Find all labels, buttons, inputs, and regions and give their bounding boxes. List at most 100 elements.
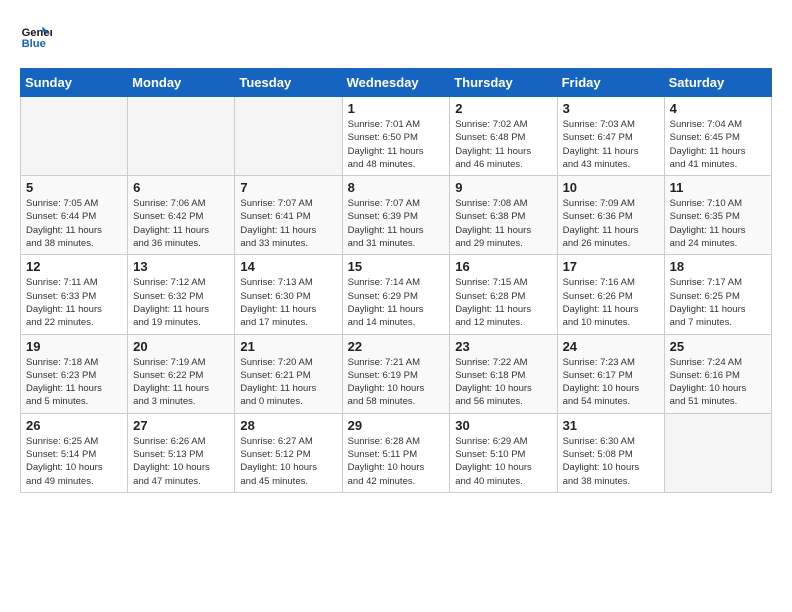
day-number: 31	[563, 418, 659, 433]
calendar-cell: 25Sunrise: 7:24 AM Sunset: 6:16 PM Dayli…	[664, 334, 771, 413]
weekday-header-tuesday: Tuesday	[235, 69, 342, 97]
logo-icon: General Blue	[20, 20, 52, 52]
logo: General Blue	[20, 20, 56, 52]
weekday-header-wednesday: Wednesday	[342, 69, 450, 97]
weekday-header-monday: Monday	[128, 69, 235, 97]
day-number: 26	[26, 418, 122, 433]
svg-text:Blue: Blue	[22, 38, 46, 50]
week-row-4: 19 Sunrise: 7:18 AM Sunset: 6:23 PM Dayli…	[21, 334, 772, 413]
day-info: Sunrise: 7:11 AM Sunset: 6:33 PM Dayligh…	[26, 276, 122, 329]
day-number: 27	[133, 418, 229, 433]
weekday-header-thursday: Thursday	[450, 69, 557, 97]
day-info: Sunrise: 7:01 AM Sunset: 6:50 PM Dayligh…	[348, 118, 445, 171]
calendar-cell: 5 Sunrise: 7:05 AM Sunset: 6:44 PM Daylig…	[21, 176, 128, 255]
calendar-cell: 24 Sunrise: 7:23 AM Sunset: 6:17 PM Dayli…	[557, 334, 664, 413]
day-info: Sunrise: 7:16 AM Sunset: 6:26 PM Dayligh…	[563, 276, 659, 329]
day-number: 29	[348, 418, 445, 433]
calendar-cell: 9 Sunrise: 7:08 AM Sunset: 6:38 PM Daylig…	[450, 176, 557, 255]
calendar-cell	[128, 97, 235, 176]
day-info: Sunrise: 7:03 AM Sunset: 6:47 PM Dayligh…	[563, 118, 659, 171]
day-info: Sunrise: 6:28 AM Sunset: 5:11 PM Dayligh…	[348, 435, 445, 488]
calendar-cell	[235, 97, 342, 176]
day-number: 15	[348, 259, 445, 274]
weekday-header-row: SundayMondayTuesdayWednesdayThursdayFrid…	[21, 69, 772, 97]
day-number: 19	[26, 339, 122, 354]
day-number: 9	[455, 180, 551, 195]
calendar-cell	[21, 97, 128, 176]
day-number: 7	[240, 180, 336, 195]
calendar-cell: 16Sunrise: 7:15 AM Sunset: 6:28 PM Dayli…	[450, 255, 557, 334]
calendar-cell: 8 Sunrise: 7:07 AM Sunset: 6:39 PM Daylig…	[342, 176, 450, 255]
day-info: Sunrise: 7:23 AM Sunset: 6:17 PM Dayligh…	[563, 356, 659, 409]
day-number: 20	[133, 339, 229, 354]
day-number: 22	[348, 339, 445, 354]
calendar-cell: 3 Sunrise: 7:03 AM Sunset: 6:47 PM Daylig…	[557, 97, 664, 176]
day-number: 23	[455, 339, 551, 354]
day-info: Sunrise: 6:29 AM Sunset: 5:10 PM Dayligh…	[455, 435, 551, 488]
day-info: Sunrise: 7:22 AM Sunset: 6:18 PM Dayligh…	[455, 356, 551, 409]
day-info: Sunrise: 7:24 AM Sunset: 6:16 PM Dayligh…	[670, 356, 766, 409]
day-info: Sunrise: 7:02 AM Sunset: 6:48 PM Dayligh…	[455, 118, 551, 171]
week-row-3: 12 Sunrise: 7:11 AM Sunset: 6:33 PM Dayli…	[21, 255, 772, 334]
day-info: Sunrise: 6:30 AM Sunset: 5:08 PM Dayligh…	[563, 435, 659, 488]
week-row-1: 1 Sunrise: 7:01 AM Sunset: 6:50 PM Daylig…	[21, 97, 772, 176]
calendar-cell: 12 Sunrise: 7:11 AM Sunset: 6:33 PM Dayli…	[21, 255, 128, 334]
calendar-cell: 27Sunrise: 6:26 AM Sunset: 5:13 PM Dayli…	[128, 413, 235, 492]
day-info: Sunrise: 7:08 AM Sunset: 6:38 PM Dayligh…	[455, 197, 551, 250]
day-number: 10	[563, 180, 659, 195]
day-info: Sunrise: 7:09 AM Sunset: 6:36 PM Dayligh…	[563, 197, 659, 250]
day-info: Sunrise: 7:13 AM Sunset: 6:30 PM Dayligh…	[240, 276, 336, 329]
day-info: Sunrise: 7:19 AM Sunset: 6:22 PM Dayligh…	[133, 356, 229, 409]
day-number: 2	[455, 101, 551, 116]
calendar-cell: 20 Sunrise: 7:19 AM Sunset: 6:22 PM Dayli…	[128, 334, 235, 413]
calendar-cell: 13 Sunrise: 7:12 AM Sunset: 6:32 PM Dayli…	[128, 255, 235, 334]
page-header: General Blue	[20, 20, 772, 52]
day-number: 28	[240, 418, 336, 433]
day-number: 5	[26, 180, 122, 195]
calendar-cell: 4 Sunrise: 7:04 AM Sunset: 6:45 PM Daylig…	[664, 97, 771, 176]
day-info: Sunrise: 7:12 AM Sunset: 6:32 PM Dayligh…	[133, 276, 229, 329]
day-number: 1	[348, 101, 445, 116]
weekday-header-friday: Friday	[557, 69, 664, 97]
calendar-cell: 10 Sunrise: 7:09 AM Sunset: 6:36 PM Dayli…	[557, 176, 664, 255]
calendar-cell: 15 Sunrise: 7:14 AM Sunset: 6:29 PM Dayli…	[342, 255, 450, 334]
calendar-cell: 14Sunrise: 7:13 AM Sunset: 6:30 PM Dayli…	[235, 255, 342, 334]
day-info: Sunrise: 7:14 AM Sunset: 6:29 PM Dayligh…	[348, 276, 445, 329]
calendar-cell: 18 Sunrise: 7:17 AM Sunset: 6:25 PM Dayli…	[664, 255, 771, 334]
day-info: Sunrise: 6:27 AM Sunset: 5:12 PM Dayligh…	[240, 435, 336, 488]
day-info: Sunrise: 6:25 AM Sunset: 5:14 PM Dayligh…	[26, 435, 122, 488]
day-number: 3	[563, 101, 659, 116]
day-info: Sunrise: 7:05 AM Sunset: 6:44 PM Dayligh…	[26, 197, 122, 250]
day-number: 13	[133, 259, 229, 274]
day-info: Sunrise: 7:18 AM Sunset: 6:23 PM Dayligh…	[26, 356, 122, 409]
day-number: 4	[670, 101, 766, 116]
day-info: Sunrise: 7:07 AM Sunset: 6:39 PM Dayligh…	[348, 197, 445, 250]
calendar-cell: 7 Sunrise: 7:07 AM Sunset: 6:41 PM Daylig…	[235, 176, 342, 255]
day-number: 12	[26, 259, 122, 274]
day-number: 11	[670, 180, 766, 195]
day-info: Sunrise: 7:15 AM Sunset: 6:28 PM Dayligh…	[455, 276, 551, 329]
calendar-cell: 17Sunrise: 7:16 AM Sunset: 6:26 PM Dayli…	[557, 255, 664, 334]
calendar-cell: 2 Sunrise: 7:02 AM Sunset: 6:48 PM Daylig…	[450, 97, 557, 176]
day-number: 24	[563, 339, 659, 354]
weekday-header-saturday: Saturday	[664, 69, 771, 97]
day-number: 21	[240, 339, 336, 354]
day-info: Sunrise: 7:06 AM Sunset: 6:42 PM Dayligh…	[133, 197, 229, 250]
calendar-cell: 29 Sunrise: 6:28 AM Sunset: 5:11 PM Dayli…	[342, 413, 450, 492]
calendar-cell: 21Sunrise: 7:20 AM Sunset: 6:21 PM Dayli…	[235, 334, 342, 413]
calendar-cell: 22 Sunrise: 7:21 AM Sunset: 6:19 PM Dayli…	[342, 334, 450, 413]
week-row-5: 26 Sunrise: 6:25 AM Sunset: 5:14 PM Dayli…	[21, 413, 772, 492]
calendar-cell: 30Sunrise: 6:29 AM Sunset: 5:10 PM Dayli…	[450, 413, 557, 492]
day-number: 18	[670, 259, 766, 274]
day-info: Sunrise: 7:17 AM Sunset: 6:25 PM Dayligh…	[670, 276, 766, 329]
calendar-cell: 31 Sunrise: 6:30 AM Sunset: 5:08 PM Dayli…	[557, 413, 664, 492]
calendar-cell: 19 Sunrise: 7:18 AM Sunset: 6:23 PM Dayli…	[21, 334, 128, 413]
day-number: 8	[348, 180, 445, 195]
day-number: 6	[133, 180, 229, 195]
day-info: Sunrise: 7:21 AM Sunset: 6:19 PM Dayligh…	[348, 356, 445, 409]
calendar-cell: 23 Sunrise: 7:22 AM Sunset: 6:18 PM Dayli…	[450, 334, 557, 413]
week-row-2: 5 Sunrise: 7:05 AM Sunset: 6:44 PM Daylig…	[21, 176, 772, 255]
day-info: Sunrise: 7:07 AM Sunset: 6:41 PM Dayligh…	[240, 197, 336, 250]
day-info: Sunrise: 7:04 AM Sunset: 6:45 PM Dayligh…	[670, 118, 766, 171]
calendar-cell: 28 Sunrise: 6:27 AM Sunset: 5:12 PM Dayli…	[235, 413, 342, 492]
